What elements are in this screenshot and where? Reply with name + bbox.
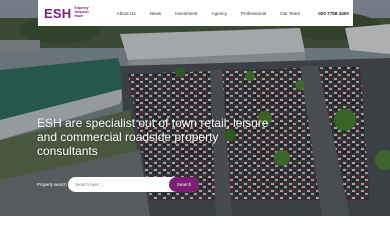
property-search-label: Property search [37, 182, 67, 187]
page-below-hero [0, 216, 390, 240]
nav-investment[interactable]: Investment [175, 11, 197, 16]
logo-wordmark: Edgerley Simpson Howe [74, 6, 88, 18]
property-search-box: Search [68, 177, 199, 192]
top-navbar: ESH Edgerley Simpson Howe About Us News … [38, 0, 353, 26]
hero-headline: ESH are specialist out of town retail, l… [37, 116, 269, 159]
nav-about-us[interactable]: About Us [117, 11, 136, 16]
nav-agency[interactable]: Agency [212, 11, 227, 16]
logo-mark: ESH [44, 5, 72, 21]
nav-news[interactable]: News [150, 11, 162, 16]
nav-our-team[interactable]: Our Team [280, 11, 300, 16]
phone-number[interactable]: 020 7758 3400 [318, 11, 349, 16]
search-input[interactable] [75, 182, 165, 187]
page: ESH Edgerley Simpson Howe About Us News … [0, 0, 390, 240]
search-button[interactable]: Search [169, 177, 199, 192]
brand-logo[interactable]: ESH Edgerley Simpson Howe [38, 0, 89, 26]
main-menu: About Us News Investment Agency Professi… [117, 11, 315, 16]
nav-professional[interactable]: Professional [241, 11, 266, 16]
logo-line-3: Howe [74, 13, 84, 18]
